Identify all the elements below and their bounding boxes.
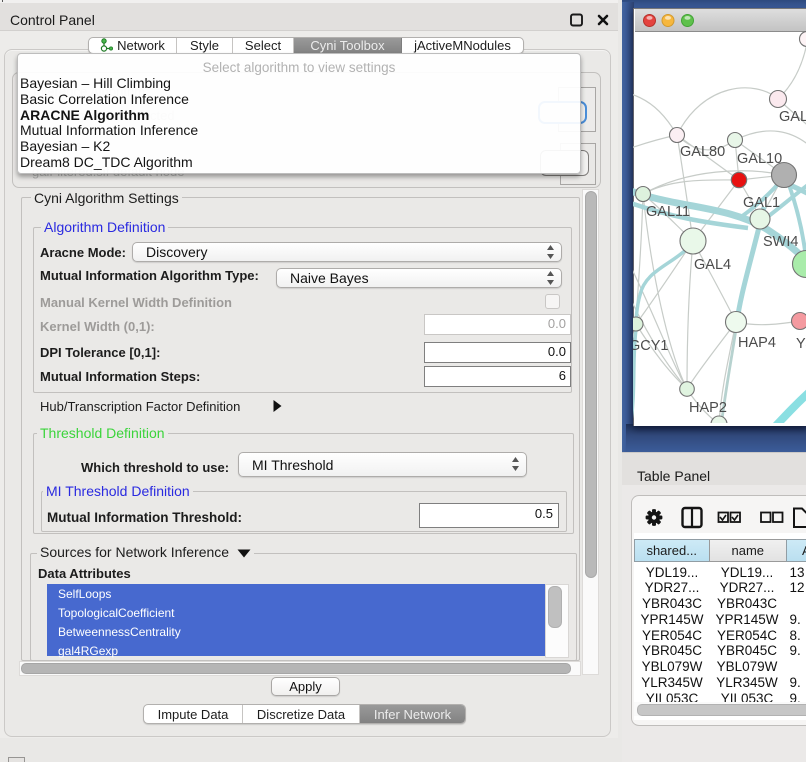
svg-text:GAL11: GAL11 [646,204,690,220]
svg-text:GCY1: GCY1 [633,338,669,354]
svg-text:GAL2: GAL2 [779,109,806,125]
svg-text:GAL80: GAL80 [680,144,725,160]
svg-text:GAL4: GAL4 [694,257,731,273]
svg-text:GAL10: GAL10 [737,151,782,167]
svg-text:HAP4: HAP4 [738,335,776,351]
svg-text:GAL1: GAL1 [743,195,780,211]
svg-text:YJ: YJ [796,336,806,352]
svg-text:SWI4: SWI4 [763,234,798,250]
svg-text:HAP2: HAP2 [689,400,727,416]
